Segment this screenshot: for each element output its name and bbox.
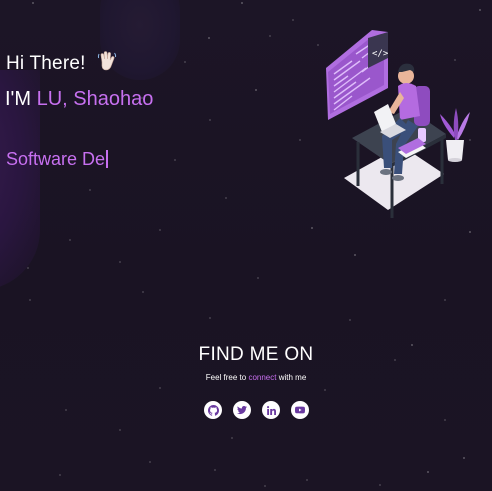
youtube-icon xyxy=(295,406,305,414)
typewriter-role: Software De xyxy=(6,149,109,170)
name-heading: I'M LU, Shaohao xyxy=(5,88,153,111)
linkedin-icon xyxy=(266,405,276,415)
twitter-link[interactable] xyxy=(233,401,251,419)
typing-cursor xyxy=(106,150,109,168)
svg-text:</>: </> xyxy=(372,49,389,59)
name-text: LU, Shaohao xyxy=(36,88,154,110)
waving-hand-icon xyxy=(97,50,117,78)
linkedin-link[interactable] xyxy=(262,401,280,419)
name-prefix: I'M xyxy=(5,88,32,110)
developer-at-desk-illustration: </> xyxy=(326,30,470,218)
social-links xyxy=(204,401,314,423)
find-me-title: FIND ME ON xyxy=(198,344,314,365)
twitter-icon xyxy=(237,405,247,415)
github-link[interactable] xyxy=(204,401,222,419)
youtube-link[interactable] xyxy=(291,401,309,419)
subtitle-after: with me xyxy=(278,373,307,382)
code-window: </> xyxy=(326,30,389,120)
greeting-text: Hi There! xyxy=(6,53,86,74)
typed-text: Software De xyxy=(6,149,106,169)
greeting: Hi There! xyxy=(6,50,117,78)
github-icon xyxy=(207,404,219,416)
subtitle-accent: connect xyxy=(248,373,277,382)
subtitle-before: Feel free to xyxy=(205,373,247,382)
find-me-subtitle: Feel free to connect with me xyxy=(0,373,492,382)
page: Hi There! I'M LU, Shaohao Software De </… xyxy=(0,0,492,491)
